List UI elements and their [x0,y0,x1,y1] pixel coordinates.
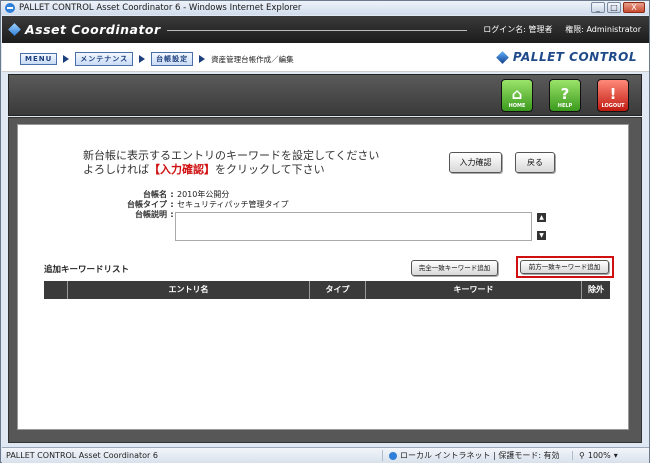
app-header: Asset Coordinator ログイン名: 管理者 権限: Adminis… [2,16,649,43]
ledger-name-value: 2010年公開分 [177,190,230,199]
breadcrumb-menu-button[interactable]: MENU [20,53,58,65]
column-header-blank [44,281,68,299]
breadcrumb-arrow-icon [63,55,70,63]
security-zone-text: ローカル イントラネット | 保護モード: 有効 [400,451,560,460]
add-prefix-keyword-button[interactable]: 前方一致キーワード追加 [520,260,609,274]
role-label: 権限: [565,25,584,34]
ledger-name-label: 台帳名 [143,190,167,199]
logout-icon: ! [609,85,617,103]
home-label: HOME [508,103,526,109]
keyword-list-label: 追加キーワードリスト [44,265,130,275]
breadcrumb: MENU メンテナンス 台帳設定 資産管理台帳作成／編集 [20,52,294,66]
column-header-entry-name: エントリ名 [68,281,310,299]
column-header-type: タイプ [310,281,366,299]
login-info: ログイン名: 管理者 権限: Administrator [483,24,641,35]
ledger-desc-label: 台帳説明 [135,210,167,219]
zoom-control[interactable]: ⚲ 100% ▾ [572,451,618,460]
brand-diamond-icon [495,50,509,64]
chevron-down-icon: ▾ [613,451,618,460]
scroll-down-icon[interactable]: ▼ [537,231,546,240]
column-header-exclude: 除外 [588,285,604,294]
ledger-name-row: 台帳名 : 2010年公開分 [108,190,289,200]
back-button[interactable]: 戻る [515,152,555,173]
ie-icon [5,3,15,13]
breadcrumb-ledger-settings-button[interactable]: 台帳設定 [151,52,194,66]
header-divider [167,30,467,31]
message-highlight: 【入力確認】 [149,163,215,176]
window-controls: _ □ X [591,2,645,13]
confirm-input-button[interactable]: 入力確認 [449,152,502,173]
logout-label: LOGOUT [601,103,625,109]
scroll-up-icon[interactable]: ▲ [537,213,546,222]
breadcrumb-bar: MENU メンテナンス 台帳設定 資産管理台帳作成／編集 PALLET CONT… [2,43,649,72]
status-text: PALLET CONTROL Asset Coordinator 6 [6,451,158,460]
add-exact-keyword-button[interactable]: 完全一致キーワード追加 [411,260,498,276]
zoom-level: 100% [587,451,611,460]
message-line-2: よろしければ【入力確認】をクリックして下さい [83,163,379,177]
keyword-table-header: エントリ名 タイプ キーワード 除外 [44,281,610,299]
brand-text: PALLET CONTROL [512,50,637,64]
colon: : [170,190,174,199]
login-name: 管理者 [528,25,553,34]
breadcrumb-current: 資産管理台帳作成／編集 [211,54,294,64]
message-line-2-post: をクリックして下さい [215,163,325,176]
window-title: PALLET CONTROL Asset Coordinator 6 - Win… [19,3,302,13]
zoom-icon: ⚲ [579,451,585,460]
ledger-type-value: セキュリティパッチ管理タイプ [177,200,289,209]
help-button[interactable]: ? HELP [549,79,581,112]
column-header-keyword: キーワード [366,281,582,299]
minimize-button[interactable]: _ [591,2,605,13]
browser-window: PALLET CONTROL Asset Coordinator 6 - Win… [0,0,650,463]
help-icon: ? [560,85,570,103]
close-button[interactable]: X [623,2,645,13]
app-logo: Asset Coordinator [8,22,161,37]
content-panel: 新台帳に表示するエントリのキーワードを設定してください よろしければ【入力確認】… [17,124,629,430]
maximize-button[interactable]: □ [607,2,621,13]
logout-button[interactable]: ! LOGOUT [597,79,629,112]
message-line-1: 新台帳に表示するエントリのキーワードを設定してください [83,149,380,162]
title-bar: PALLET CONTROL Asset Coordinator 6 - Win… [1,1,649,15]
ledger-type-label: 台帳タイプ [127,200,167,209]
globe-icon [389,451,397,460]
breadcrumb-maintenance-button[interactable]: メンテナンス [75,52,134,66]
message-line-2-pre: よろしければ [83,163,149,176]
app-logo-text: Asset Coordinator [25,22,161,37]
role-value: Administrator [586,25,641,34]
toolbar: ⌂ HOME ? HELP ! LOGOUT [8,74,642,116]
instruction-message: 新台帳に表示するエントリのキーワードを設定してください よろしければ【入力確認】… [83,149,379,177]
brand-logo: PALLET CONTROL [495,50,637,64]
breadcrumb-arrow-icon [139,55,146,63]
logo-diamond-icon [8,23,21,36]
home-icon: ⌂ [511,85,523,103]
colon: : [170,200,174,209]
security-zone: ローカル イントラネット | 保護モード: 有効 [382,450,572,461]
breadcrumb-arrow-icon [199,55,206,63]
status-bar: PALLET CONTROL Asset Coordinator 6 ローカル … [2,447,649,463]
login-label: ログイン名: [483,25,526,34]
ledger-description-field[interactable] [175,212,532,241]
help-label: HELP [557,103,573,109]
home-button[interactable]: ⌂ HOME [501,79,533,112]
ledger-type-row: 台帳タイプ : セキュリティパッチ管理タイプ [108,200,289,210]
